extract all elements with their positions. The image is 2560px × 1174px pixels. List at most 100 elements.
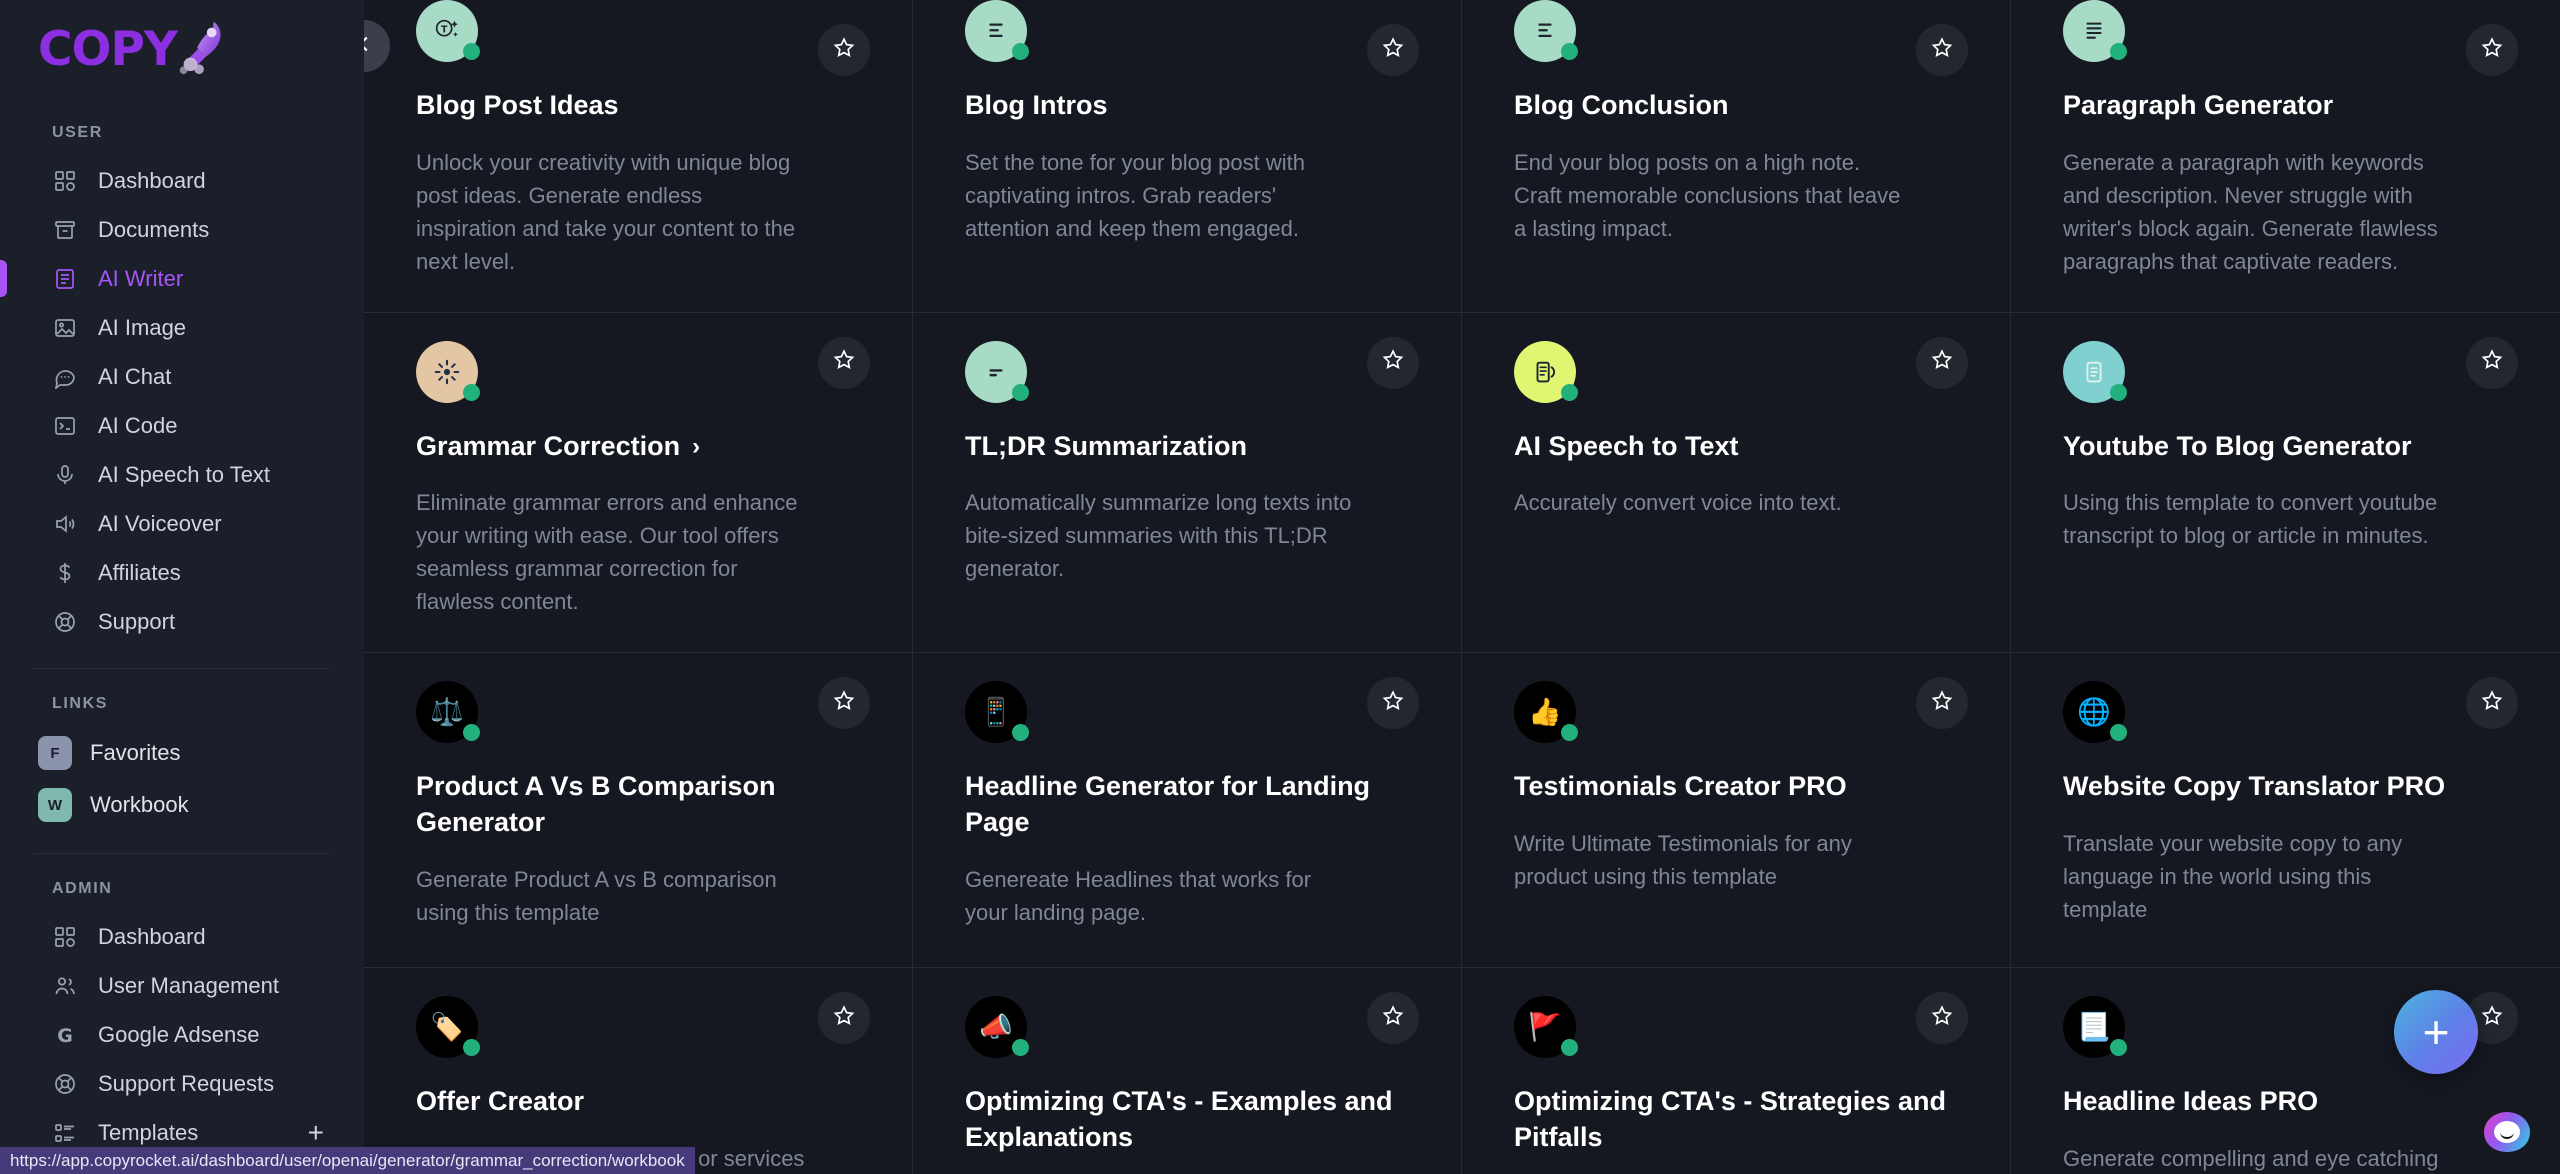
card-title-text: Optimizing CTA's - Strategies and Pitfal… <box>1514 1084 1962 1155</box>
status-dot <box>2110 724 2127 741</box>
template-card[interactable]: AI Speech to TextAccurately convert voic… <box>1462 313 2011 654</box>
template-card[interactable]: TBlog Post IdeasUnlock your creativity w… <box>364 0 913 313</box>
sidebar-item-label: Support <box>98 609 175 635</box>
add-template-button[interactable]: + <box>308 1119 324 1147</box>
sidebar-item-admin-dashboard[interactable]: Dashboard <box>0 912 364 961</box>
favorite-star-button[interactable] <box>1367 992 1419 1044</box>
status-dot <box>1012 43 1029 60</box>
sidebar-item-ai-voiceover[interactable]: AI Voiceover <box>0 499 364 548</box>
app-logo[interactable]: COPY <box>0 0 364 98</box>
template-card[interactable]: Grammar Correction›Eliminate grammar err… <box>364 313 913 654</box>
card-icon-wrap: 🏷️ <box>416 996 478 1058</box>
sidebar-item-support-requests[interactable]: Support Requests <box>0 1059 364 1108</box>
sidebar-item-label: AI Code <box>98 413 178 439</box>
sidebar-item-ai-image[interactable]: AI Image <box>0 303 364 352</box>
star-outline-icon <box>2480 1004 2504 1033</box>
status-dot <box>463 724 480 741</box>
template-card[interactable]: 🏷️Offer CreatorCreate offer for your pro… <box>364 968 913 1174</box>
sidebar-item-ai-speech-to-text[interactable]: AI Speech to Text <box>0 450 364 499</box>
card-title-text: Optimizing CTA's - Examples and Explanat… <box>965 1084 1413 1155</box>
workbook-badge: W <box>38 788 72 822</box>
chat-widget-icon[interactable] <box>2484 1112 2530 1152</box>
template-card[interactable]: Youtube To Blog GeneratorUsing this temp… <box>2011 313 2560 654</box>
template-card[interactable]: Blog IntrosSet the tone for your blog po… <box>913 0 1462 313</box>
card-description: Generate Product A vs B comparison using… <box>416 863 806 929</box>
star-outline-icon <box>1930 348 1954 377</box>
template-card[interactable]: 👍Testimonials Creator PROWrite Ultimate … <box>1462 653 2011 968</box>
card-title-text: Headline Generator for Landing Page <box>965 769 1413 840</box>
favorite-star-button[interactable] <box>2466 337 2518 389</box>
lifebuoy-icon <box>52 609 78 635</box>
status-dot <box>2110 384 2127 401</box>
rocket-icon <box>171 14 233 76</box>
sidebar-item-label: Workbook <box>90 792 189 818</box>
sidebar-divider-2 <box>34 853 330 854</box>
favorite-star-button[interactable] <box>818 24 870 76</box>
sidebar-item-user-management[interactable]: User Management <box>0 961 364 1010</box>
status-bar-url: https://app.copyrocket.ai/dashboard/user… <box>0 1147 695 1174</box>
sidebar-item-affiliates[interactable]: Affiliates <box>0 548 364 597</box>
svg-text:G: G <box>57 1025 73 1047</box>
template-card[interactable]: 🌐Website Copy Translator PROTranslate yo… <box>2011 653 2560 968</box>
sidebar-item-ai-chat[interactable]: AI Chat <box>0 352 364 401</box>
favorite-star-button[interactable] <box>1367 337 1419 389</box>
favorites-badge: F <box>38 736 72 770</box>
card-icon-wrap <box>416 341 478 403</box>
card-title-text: Headline Ideas PRO <box>2063 1084 2318 1120</box>
plus-icon: + <box>2423 1009 2450 1055</box>
card-icon-wrap: ⚖️ <box>416 681 478 743</box>
card-description: Translate your website copy to any langu… <box>2063 827 2453 926</box>
card-icon-wrap <box>965 0 1027 62</box>
template-card[interactable]: 📣 Optimizing CTA's - Examples and Explana… <box>913 968 1462 1174</box>
favorite-star-button[interactable] <box>2466 24 2518 76</box>
card-description: Generate a paragraph with keywords and d… <box>2063 146 2453 278</box>
star-outline-icon <box>2480 348 2504 377</box>
favorite-star-button[interactable] <box>818 992 870 1044</box>
favorite-star-button[interactable] <box>2466 677 2518 729</box>
card-title: Product A Vs B Comparison Generator <box>416 769 864 840</box>
favorite-star-button[interactable] <box>1916 992 1968 1044</box>
template-card[interactable]: 🚩Optimizing CTA's - Strategies and Pitfa… <box>1462 968 2011 1174</box>
sidebar-item-favorites[interactable]: F Favorites <box>0 727 364 779</box>
template-card[interactable]: 📱Headline Generator for Landing PageGene… <box>913 653 1462 968</box>
card-title-text: Blog Intros <box>965 88 1108 124</box>
main-content: TBlog Post IdeasUnlock your creativity w… <box>364 0 2560 1174</box>
favorite-star-button[interactable] <box>1916 337 1968 389</box>
card-title: Offer Creator <box>416 1084 864 1120</box>
sidebar-item-support[interactable]: Support <box>0 597 364 646</box>
sidebar-item-label: Dashboard <box>98 168 206 194</box>
template-card[interactable]: ⚖️ Product A Vs B Comparison Generator Gen… <box>364 653 913 968</box>
star-outline-icon <box>1930 1004 1954 1033</box>
grid-icon <box>52 924 78 950</box>
template-card[interactable]: Blog ConclusionEnd your blog posts on a … <box>1462 0 2011 313</box>
card-description: End your blog posts on a high note. Craf… <box>1514 146 1904 245</box>
sidebar-item-label: Favorites <box>90 740 180 766</box>
card-description: Using this template to convert youtube t… <box>2063 486 2453 552</box>
card-icon-wrap <box>1514 0 1576 62</box>
favorite-star-button[interactable] <box>1367 24 1419 76</box>
card-description: Genereate Headlines that works for your … <box>965 863 1355 929</box>
card-icon-wrap <box>1514 341 1576 403</box>
sidebar-item-workbook[interactable]: W Workbook <box>0 779 364 831</box>
sidebar-item-google-adsense[interactable]: G Google Adsense <box>0 1010 364 1059</box>
favorite-star-button[interactable] <box>1916 677 1968 729</box>
sidebar: COPY <box>0 0 364 1174</box>
favorite-star-button[interactable] <box>818 337 870 389</box>
template-card[interactable]: 📃Headline Ideas PROGenerate compelling a… <box>2011 968 2560 1174</box>
favorite-star-button[interactable] <box>1367 677 1419 729</box>
star-outline-icon <box>832 36 856 65</box>
sidebar-item-ai-writer[interactable]: AI Writer <box>0 254 364 303</box>
sidebar-item-documents[interactable]: Documents <box>0 205 364 254</box>
sidebar-item-dashboard[interactable]: Dashboard <box>0 156 364 205</box>
add-new-button[interactable]: + <box>2394 990 2478 1074</box>
sidebar-item-label: User Management <box>98 973 279 999</box>
template-card[interactable]: TL;DR SummarizationAutomatically summari… <box>913 313 1462 654</box>
favorite-star-button[interactable] <box>818 677 870 729</box>
chevron-left-icon <box>364 33 375 60</box>
card-icon-wrap: 📣 <box>965 996 1027 1058</box>
sidebar-item-ai-code[interactable]: AI Code <box>0 401 364 450</box>
status-dot <box>1561 1039 1578 1056</box>
sidebar-item-label: AI Image <box>98 315 186 341</box>
favorite-star-button[interactable] <box>1916 24 1968 76</box>
template-card[interactable]: Paragraph GeneratorGenerate a paragraph … <box>2011 0 2560 313</box>
